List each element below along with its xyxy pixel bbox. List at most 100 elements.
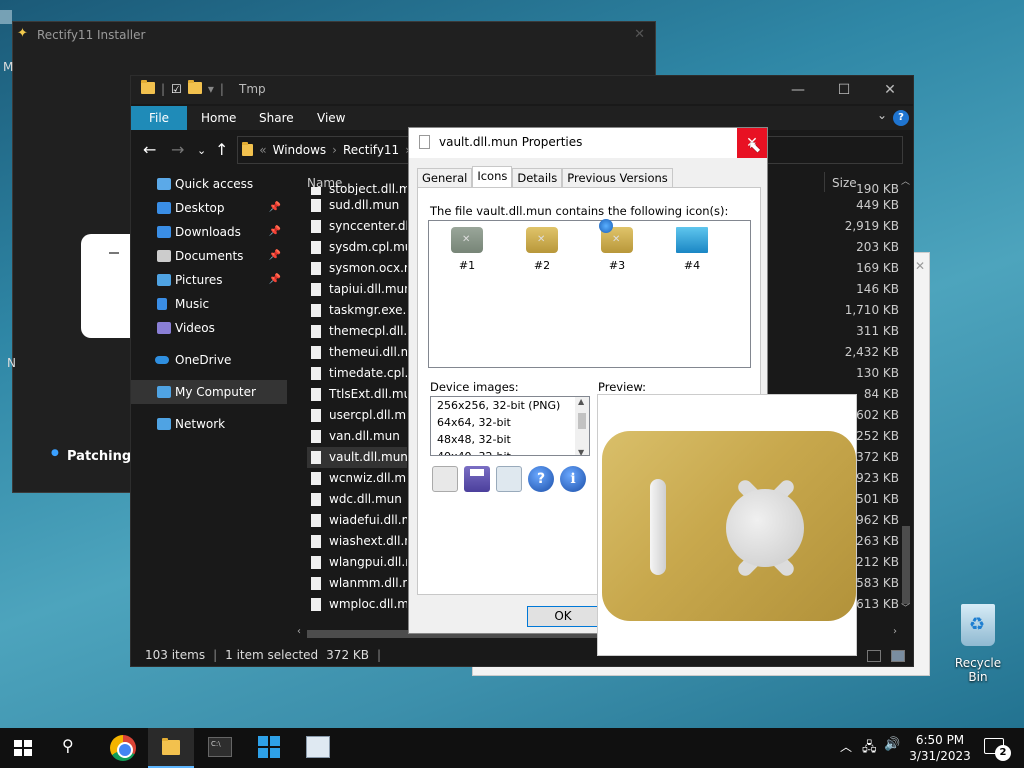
icon-item-1[interactable]: ✕ #1 (445, 227, 489, 272)
ribbon-tab-file[interactable]: File (131, 106, 187, 130)
clock[interactable]: 6:50 PM 3/31/2023 (904, 732, 976, 764)
start-button[interactable] (14, 740, 32, 756)
sidebar-item-downloads[interactable]: Downloads 📌 (131, 220, 287, 244)
large-icons-view-icon[interactable] (891, 650, 905, 662)
file-row[interactable]: synccenter.dll.mun (307, 216, 407, 237)
device-images-list[interactable]: 256x256, 32-bit (PNG) 64x64, 32-bit 48x4… (430, 396, 590, 456)
terminal-icon[interactable]: C:\ (208, 737, 232, 757)
sidebar-item-my-computer[interactable]: My Computer (131, 380, 287, 404)
ribbon-tab-share[interactable]: Share (259, 106, 294, 130)
pin-icon[interactable]: 📌 (269, 268, 281, 292)
help-icon[interactable]: ? (528, 466, 554, 492)
file-row[interactable]: wiadefui.dll.mun (307, 510, 407, 531)
icon-item-4[interactable]: #4 (670, 227, 714, 272)
file-row[interactable]: wcnwiz.dll.mun (307, 468, 407, 489)
file-row[interactable]: themecpl.dll.mun (307, 321, 407, 342)
save-icon[interactable] (464, 466, 490, 492)
scroll-down-icon[interactable]: ﹀ (901, 601, 910, 614)
properties-check-icon[interactable]: ☑ (171, 82, 182, 96)
sidebar-item-network[interactable]: Network (131, 412, 287, 436)
tab-general[interactable]: General (417, 168, 473, 188)
file-row[interactable]: themeui.dll.mun (307, 342, 407, 363)
sidebar-item-music[interactable]: Music (131, 292, 287, 316)
network-status-icon[interactable]: 🖧 (862, 738, 877, 760)
file-row[interactable]: TtlsExt.dll.mun (307, 384, 407, 405)
list-scroll-thumb[interactable] (578, 413, 586, 429)
info-icon[interactable]: i (560, 466, 586, 492)
sidebar-item-desktop[interactable]: Desktop 📌 (131, 196, 287, 220)
maximize-icon[interactable]: ☐ (821, 76, 867, 104)
tab-icons[interactable]: Icons (472, 166, 513, 188)
file-row[interactable]: sysmon.ocx.mun (307, 258, 407, 279)
recent-dropdown-icon[interactable]: ⌄ (197, 144, 206, 157)
address-bar[interactable]: « Windows › Rectify11 › (237, 136, 411, 164)
notification-center-icon[interactable]: 2 (984, 738, 1011, 761)
tab-previous-versions[interactable]: Previous Versions (562, 168, 673, 188)
recycle-bin[interactable]: Recycle Bin (946, 604, 1010, 684)
volume-icon[interactable]: 🔊 (884, 737, 900, 752)
sidebar-item-videos[interactable]: Videos (131, 316, 287, 340)
sidebar-item-documents[interactable]: Documents 📌 (131, 244, 287, 268)
up-arrow-icon[interactable]: ↑ (215, 140, 228, 159)
column-divider[interactable] (824, 172, 825, 192)
scroll-right-icon[interactable]: › (893, 626, 897, 637)
background-close-icon[interactable]: ✕ (915, 259, 925, 273)
file-row[interactable]: tapiui.dll.mun (307, 279, 407, 300)
file-row[interactable]: wlanmm.dll.mun (307, 573, 407, 594)
scroll-left-icon[interactable]: ‹ (297, 626, 301, 637)
desktop-icon-partial[interactable] (0, 10, 12, 24)
icon-list[interactable]: ✕ #1 ✕ #2 ✕ #3 #4 (428, 219, 751, 368)
customize-dropdown-icon[interactable]: ▾ (208, 82, 214, 96)
show-hidden-icons-icon[interactable]: ︿ (840, 738, 852, 755)
vertical-scroll-thumb[interactable] (902, 526, 910, 604)
scroll-up-icon[interactable]: ︿ (901, 174, 910, 187)
file-row[interactable]: wdc.dll.mun (307, 489, 407, 510)
file-row[interactable]: sysdm.cpl.mun (307, 237, 407, 258)
copy-icon[interactable] (432, 466, 458, 492)
file-row-partial[interactable]: stobject.dll.mun (307, 183, 407, 195)
installer-close-icon[interactable]: ✕ (634, 27, 645, 42)
search-icon[interactable]: ⚲ (62, 736, 74, 755)
sidebar-item-pictures[interactable]: Pictures 📌 (131, 268, 287, 292)
ribbon-tab-view[interactable]: View (317, 106, 345, 130)
icon-item-3[interactable]: ✕ #3 (595, 219, 639, 272)
help-icon[interactable]: ? (893, 110, 909, 126)
pin-icon[interactable]: 📌 (269, 196, 281, 220)
close-icon[interactable]: ✕ (867, 76, 913, 104)
file-row[interactable]: van.dll.mun (307, 426, 407, 447)
back-arrow-icon[interactable]: ← (143, 140, 156, 159)
scroll-down-icon[interactable]: ▼ (578, 448, 584, 455)
file-row-selected[interactable]: vault.dll.mun (307, 447, 407, 468)
chrome-icon[interactable] (110, 735, 136, 761)
icon-item-2[interactable]: ✕ #2 (520, 227, 564, 272)
file-row[interactable]: timedate.cpl.mun (307, 363, 407, 384)
file-explorer-taskbar-button[interactable] (148, 728, 194, 768)
list-item[interactable]: 256x256, 32-bit (PNG) (431, 397, 589, 414)
breadcrumb-windows[interactable]: Windows (273, 143, 327, 157)
pin-icon[interactable]: 📌 (269, 244, 281, 268)
minimize-icon[interactable]: — (775, 76, 821, 104)
file-row[interactable]: sud.dll.mun (307, 195, 407, 216)
list-item[interactable]: 48x48, 32-bit (431, 431, 589, 448)
tab-details[interactable]: Details (512, 168, 563, 188)
properties-app-icon[interactable] (306, 736, 330, 758)
vertical-scrollbar[interactable]: ︿ ﹀ (901, 176, 911, 614)
search-box[interactable] (749, 136, 903, 164)
forward-arrow-icon[interactable]: → (171, 140, 184, 159)
scroll-up-icon[interactable]: ▲ (578, 397, 584, 406)
list-item[interactable]: 40x40, 32-bit (431, 448, 589, 455)
sidebar-item-onedrive[interactable]: OneDrive (131, 348, 287, 372)
breadcrumb-rectify11[interactable]: Rectify11 (343, 143, 399, 157)
details-view-icon[interactable] (867, 650, 881, 662)
sidebar-item-quick-access[interactable]: Quick access (131, 172, 287, 196)
new-folder-icon[interactable] (187, 80, 202, 94)
file-row[interactable]: wiashext.dll.mun (307, 531, 407, 552)
ok-button[interactable]: OK (527, 606, 599, 627)
rectify-installer-icon[interactable] (258, 736, 280, 758)
pin-icon[interactable]: 📌 (269, 220, 281, 244)
expand-ribbon-icon[interactable]: ⌄ (877, 108, 887, 122)
file-row[interactable]: taskmgr.exe.mun (307, 300, 407, 321)
list-item[interactable]: 64x64, 32-bit (431, 414, 589, 431)
file-row[interactable]: usercpl.dll.mun (307, 405, 407, 426)
export-icon[interactable] (496, 466, 522, 492)
